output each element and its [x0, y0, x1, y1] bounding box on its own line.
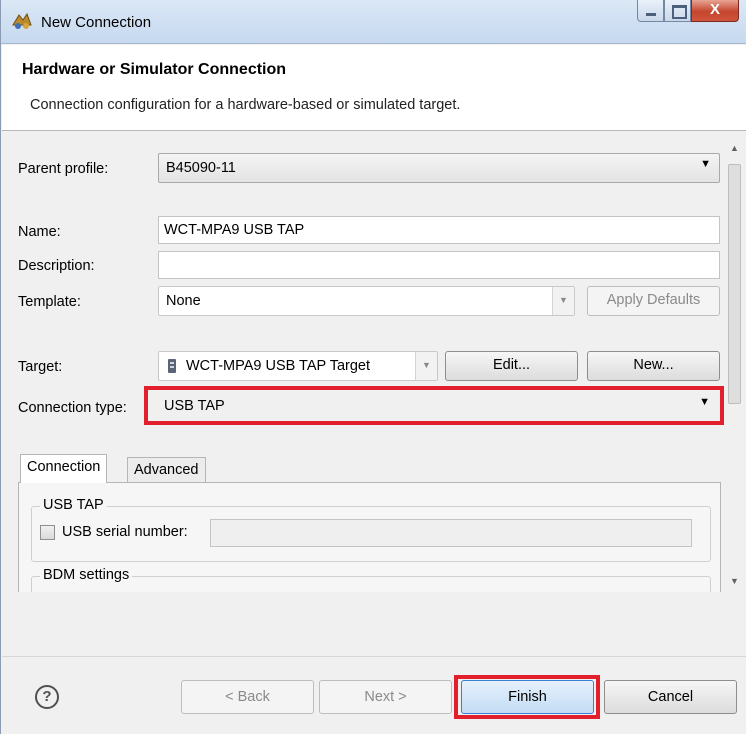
title-bar[interactable]: New Connection X	[1, 0, 746, 44]
next-button[interactable]: Next >	[319, 680, 452, 714]
footer-separator	[2, 656, 746, 657]
tab-connection[interactable]: Connection	[20, 454, 108, 483]
target-label: Target:	[18, 359, 63, 375]
usb-tap-group-title: USB TAP	[40, 497, 107, 513]
wizard-header: Hardware or Simulator Connection Connect…	[2, 45, 746, 131]
name-field[interactable]: WCT-MPA9 USB TAP	[158, 216, 720, 244]
close-button[interactable]: X	[691, 0, 739, 22]
scroll-up-icon[interactable]: ▲	[730, 143, 739, 153]
scroll-down-icon[interactable]: ▼	[730, 576, 739, 586]
page-description: Connection configuration for a hardware-…	[30, 97, 461, 113]
device-icon	[168, 359, 176, 373]
template-value: None	[166, 293, 201, 309]
name-label: Name:	[18, 224, 61, 240]
edit-target-button[interactable]: Edit...	[445, 351, 578, 381]
help-icon[interactable]: ?	[35, 685, 59, 709]
target-value: WCT-MPA9 USB TAP Target	[186, 358, 370, 374]
scrollbar-thumb[interactable]	[728, 164, 741, 404]
new-target-button[interactable]: New...	[587, 351, 720, 381]
new-connection-window: New Connection X Hardware or Simulator C…	[0, 0, 746, 734]
minimize-button[interactable]	[637, 0, 664, 22]
bdm-settings-group-title: BDM settings	[40, 567, 133, 583]
close-icon: X	[709, 1, 720, 18]
description-label: Description:	[18, 258, 95, 274]
wizard-content: Parent profile: B45090-11 ▼ Name: WCT-MP…	[11, 139, 742, 592]
chevron-down-icon: ▼	[415, 352, 437, 380]
tab-advanced[interactable]: Advanced	[127, 457, 206, 483]
usb-serial-label: USB serial number:	[62, 524, 188, 540]
parent-profile-select[interactable]: B45090-11 ▼	[158, 153, 720, 183]
description-field[interactable]	[158, 251, 720, 279]
parent-profile-value: B45090-11	[166, 160, 236, 176]
connection-form: Parent profile: B45090-11 ▼ Name: WCT-MP…	[11, 139, 727, 592]
connection-type-label: Connection type:	[18, 400, 127, 416]
page-title: Hardware or Simulator Connection	[22, 61, 287, 78]
chevron-down-icon: ▼	[552, 287, 574, 315]
maximize-button[interactable]	[664, 0, 691, 22]
chevron-down-icon: ▼	[700, 158, 711, 170]
usb-tap-group: USB TAP USB serial number:	[31, 497, 711, 562]
usb-serial-field[interactable]	[210, 519, 692, 547]
target-select[interactable]: WCT-MPA9 USB TAP Target ▼	[158, 351, 438, 381]
connection-type-select[interactable]: USB TAP ▼	[156, 392, 718, 422]
usb-serial-checkbox[interactable]	[40, 525, 55, 540]
window-controls: X	[637, 0, 739, 24]
connection-tab-panel: USB TAP USB serial number: BDM settings	[18, 482, 721, 592]
finish-button[interactable]: Finish	[461, 680, 594, 714]
template-select[interactable]: None ▼	[158, 286, 575, 316]
apply-defaults-button[interactable]: Apply Defaults	[587, 286, 720, 316]
bdm-settings-group: BDM settings	[31, 567, 711, 592]
connection-type-value: USB TAP	[164, 398, 225, 414]
template-label: Template:	[18, 294, 81, 310]
cancel-button[interactable]: Cancel	[604, 680, 737, 714]
window-title: New Connection	[41, 14, 152, 31]
chevron-down-icon: ▼	[699, 396, 710, 408]
vertical-scrollbar[interactable]: ▲ ▼	[727, 139, 742, 592]
app-icon	[12, 12, 32, 29]
back-button[interactable]: < Back	[181, 680, 314, 714]
parent-profile-label: Parent profile:	[18, 161, 109, 177]
